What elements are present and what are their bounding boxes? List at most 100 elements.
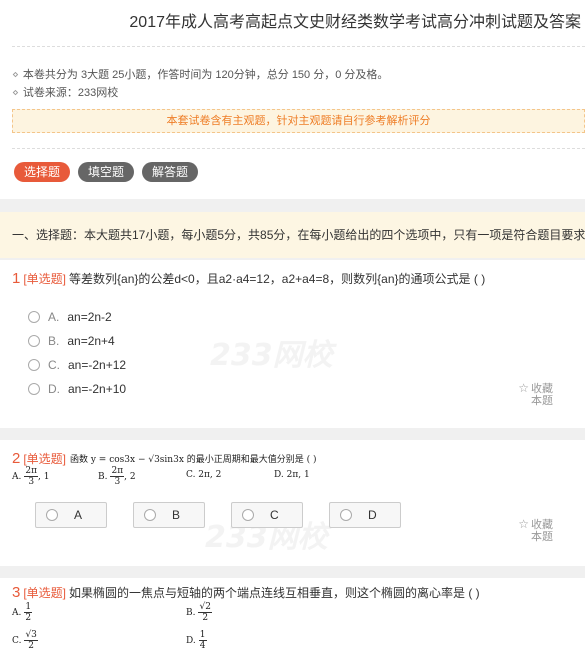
option-b[interactable]: B. an=2n+4 (28, 334, 115, 348)
denominator: 2 (25, 613, 32, 623)
option-b-image: B. √2 2 (186, 602, 212, 623)
fraction: 14 (198, 630, 207, 651)
question-number: 2 (12, 450, 21, 467)
collect-label: 收藏 (531, 383, 553, 395)
collect-button[interactable]: ☆ 收藏 本题 (518, 382, 553, 407)
star-icon: ☆ (518, 381, 529, 395)
answer-c-button[interactable]: C (231, 502, 303, 528)
option-a[interactable]: A. an=2n-2 (28, 310, 112, 324)
option-c-image: C. 2π, 2 (186, 470, 222, 480)
option-text: an=2n-2 (67, 310, 112, 324)
question-type: [单选题] (23, 272, 67, 286)
question-type-tabs: 选择题 填空题 解答题 (14, 162, 199, 182)
question-text: 如果椭圆的一焦点与短轴的两个端点连线互相垂直，则这个椭圆的离心率是 ( ) (69, 586, 480, 600)
fraction: 2π 3 (24, 466, 39, 487)
option-letter: A. (12, 471, 22, 482)
divider (12, 148, 585, 149)
collect-label: 本题 (531, 395, 553, 407)
question-text: 等差数列{an}的公差d<0，且a2·a4=12，a2+a4=8，则数列{an}… (69, 272, 486, 286)
radio-button[interactable] (242, 509, 254, 521)
question-stem: 2 [单选题] (12, 450, 69, 467)
numerator: 2π (24, 466, 39, 477)
radio-button[interactable] (28, 311, 40, 323)
option-d-image: D. 2π, 1 (274, 470, 310, 480)
option-letter: C. (48, 358, 60, 372)
answer-b-button[interactable]: B (133, 502, 205, 528)
fraction: √3 2 (24, 630, 38, 651)
option-d-image: D. 1 4 (186, 630, 207, 651)
exam-info-text: 本卷共分为 3大题 25小题，作答时间为 120分钟，总分 150 分，0 分及… (22, 69, 389, 81)
subjective-notice: 本套试卷含有主观题，针对主观题请自行参考解析评分 (12, 109, 585, 133)
radio-button[interactable] (144, 509, 156, 521)
radio-button[interactable] (28, 335, 40, 347)
option-letter: D. (186, 635, 196, 646)
option-a-image: A. 1 2 (12, 602, 33, 623)
tab-choice[interactable]: 选择题 (14, 162, 71, 182)
numerator: 2π (110, 466, 125, 477)
question-number: 3 (12, 584, 21, 601)
option-c-image: C. √3 2 (12, 630, 38, 651)
option-letter: C. (12, 635, 22, 646)
denominator: 2 (202, 613, 209, 623)
option-tail: , 1 (38, 471, 50, 482)
bullet-icon: ⋄ (12, 69, 19, 81)
answer-label: C (270, 508, 279, 522)
exam-info: ⋄ 本卷共分为 3大题 25小题，作答时间为 120分钟，总分 150 分，0 分… (12, 66, 388, 82)
numerator: √3 (24, 630, 38, 641)
exam-source-text: 试卷来源：233网校 (22, 87, 119, 99)
answer-a-button[interactable]: A (35, 502, 107, 528)
radio-button[interactable] (340, 509, 352, 521)
question-formula-image: 函数 y = cos3x − √3sin3x 的最小正周期和最大值分别是 ( ) (70, 455, 317, 465)
question-card-1: 1 [单选题] 等差数列{an}的公差d<0，且a2·a4=12，a2+a4=8，则… (0, 260, 585, 428)
answer-label: A (74, 508, 83, 522)
watermark: 233网校 (210, 338, 333, 373)
option-text: an=-2n+12 (68, 358, 127, 372)
option-c[interactable]: C. an=-2n+12 (28, 358, 126, 372)
option-a-image: A. 2π 3, 1 (12, 466, 49, 487)
option-tail: , 2 (124, 471, 136, 482)
divider (12, 46, 585, 47)
question-type: [单选题] (23, 586, 67, 600)
answer-d-button[interactable]: D (329, 502, 401, 528)
option-letter: D. (48, 382, 60, 396)
tab-fill-blank[interactable]: 填空题 (78, 162, 135, 182)
option-text: an=-2n+10 (68, 382, 127, 396)
fraction: 12 (24, 602, 33, 623)
option-letter: A. (12, 607, 22, 618)
exam-header: 2017年成人高考高起点文史财经类数学考试高分冲刺试题及答案 ⋄ 本卷共分为 3大… (0, 0, 585, 199)
radio-button[interactable] (28, 383, 40, 395)
option-text: an=2n+4 (67, 334, 115, 348)
tab-answer[interactable]: 解答题 (142, 162, 199, 182)
option-letter: B. (98, 471, 108, 482)
collect-label: 本题 (531, 531, 553, 543)
option-b-image: B. 2π 3, 2 (98, 466, 136, 487)
question-card-3: 3 [单选题] 如果椭圆的一焦点与短轴的两个端点连线互相垂直，则这个椭圆的离心率是 … (0, 578, 585, 657)
option-d[interactable]: D. an=-2n+10 (28, 382, 126, 396)
question-stem: 1 [单选题] 等差数列{an}的公差d<0，且a2·a4=12，a2+a4=8，则… (12, 270, 485, 287)
collect-label: 收藏 (531, 519, 553, 531)
question-card-2: 2 [单选题] 函数 y = cos3x − √3sin3x 的最小正周期和最大值… (0, 440, 585, 566)
radio-button[interactable] (28, 359, 40, 371)
denominator: 2 (28, 641, 35, 651)
section-description: 一、选择题：本大题共17小题，每小题5分，共85分，在每小题给出的四个选项中，只… (0, 212, 585, 258)
fraction: 2π 3 (110, 466, 125, 487)
option-letter: A. (48, 310, 60, 324)
answer-label: D (368, 508, 377, 522)
answer-label: B (172, 508, 181, 522)
option-letter: B. (186, 607, 196, 618)
numerator: 1 (198, 630, 207, 641)
collect-button[interactable]: ☆ 收藏 本题 (518, 518, 553, 543)
page-title: 2017年成人高考高起点文史财经类数学考试高分冲刺试题及答案 (129, 14, 581, 31)
exam-source: ⋄ 试卷来源：233网校 (12, 84, 118, 100)
denominator: 3 (114, 477, 121, 487)
fraction: √2 2 (198, 602, 212, 623)
bullet-icon: ⋄ (12, 87, 19, 99)
denominator: 3 (28, 477, 35, 487)
question-type: [单选题] (23, 452, 67, 466)
radio-button[interactable] (46, 509, 58, 521)
question-number: 1 (12, 270, 21, 287)
numerator: 1 (24, 602, 33, 613)
star-icon: ☆ (518, 517, 529, 531)
denominator: 4 (199, 641, 206, 651)
question-stem: 3 [单选题] 如果椭圆的一焦点与短轴的两个端点连线互相垂直，则这个椭圆的离心率是 … (12, 584, 480, 601)
